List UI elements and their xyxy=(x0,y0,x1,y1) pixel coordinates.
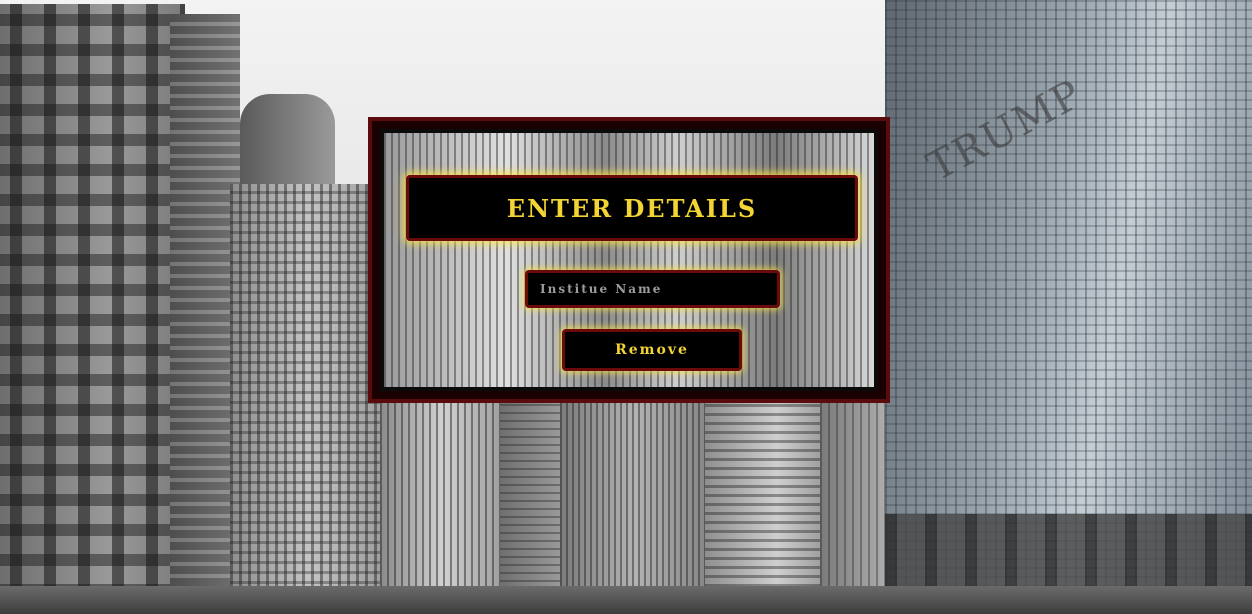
details-card: ENTER DETAILS Remove xyxy=(368,117,890,403)
title-panel: ENTER DETAILS xyxy=(406,175,858,241)
background-building-left xyxy=(0,4,185,614)
page-background: TRUMP ENTER DETAILS Remove xyxy=(0,0,1252,614)
details-card-inner: ENTER DETAILS Remove xyxy=(380,129,878,391)
form-title: ENTER DETAILS xyxy=(506,193,758,223)
remove-button[interactable]: Remove xyxy=(562,329,742,371)
background-tower xyxy=(230,184,385,614)
background-tower-dome xyxy=(240,94,335,184)
background-ground xyxy=(0,586,1252,614)
institute-name-input[interactable] xyxy=(525,270,780,308)
